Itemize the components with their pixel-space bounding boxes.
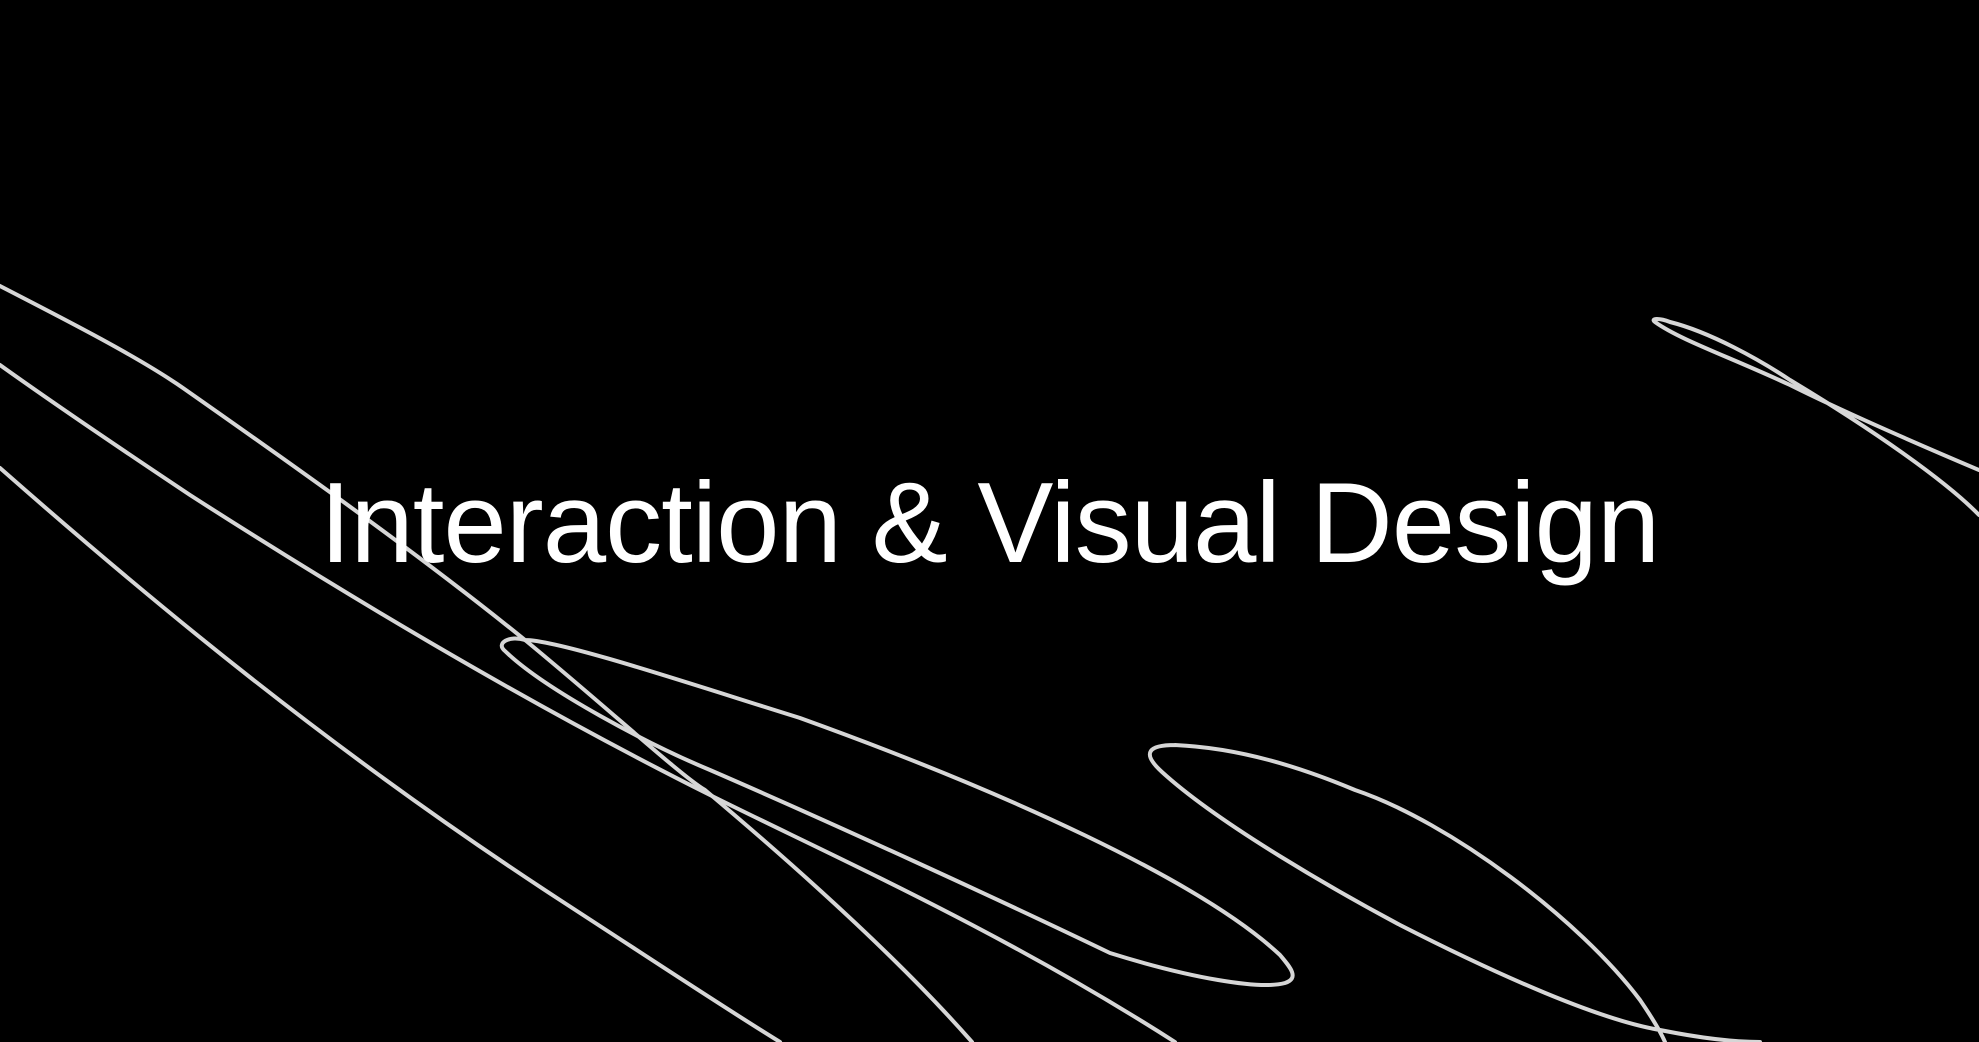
line-center-loop: [499, 636, 1295, 987]
page-title: Interaction & Visual Design: [319, 460, 1661, 587]
line-upper-left: [0, 284, 974, 1042]
line-right-loop: [1148, 743, 1762, 1042]
hero-section: Interaction & Visual Design: [0, 0, 1979, 1042]
